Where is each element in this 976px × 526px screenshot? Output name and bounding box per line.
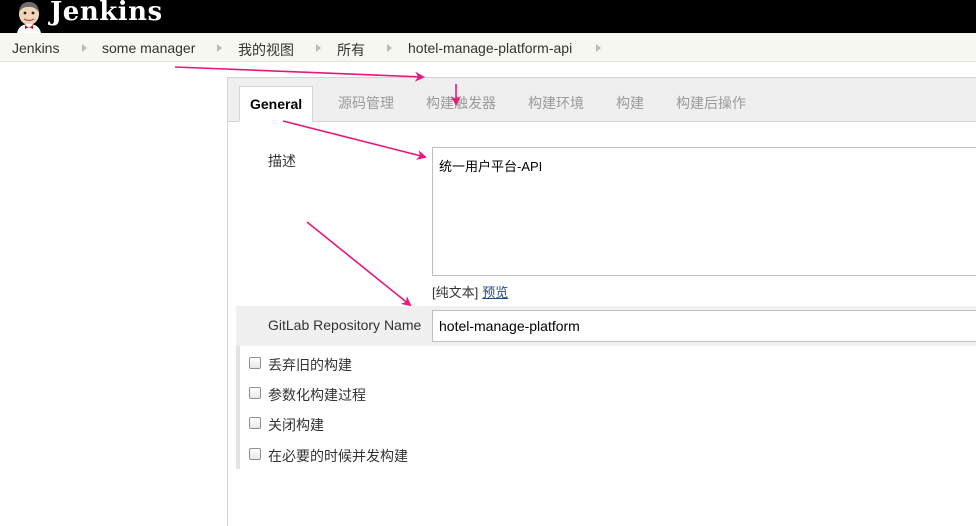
top-header: Jenkins	[0, 0, 976, 33]
jenkins-butler-icon[interactable]	[12, 0, 46, 33]
breadcrumb-separator-icon	[82, 44, 87, 52]
description-label: 描述	[268, 153, 296, 169]
tab-post-build-actions[interactable]: 构建后操作	[676, 86, 746, 122]
concurrent-builds-checkbox[interactable]	[249, 448, 261, 460]
breadcrumb-item-jenkins[interactable]: Jenkins	[12, 40, 59, 56]
parameterized-build-checkbox[interactable]	[249, 387, 261, 399]
discard-old-builds-label[interactable]: 丢弃旧的构建	[268, 355, 352, 375]
breadcrumb-separator-icon	[316, 44, 321, 52]
breadcrumb-item-folder[interactable]: some manager	[102, 40, 195, 56]
breadcrumb-item-job[interactable]: hotel-manage-platform-api	[408, 40, 572, 56]
description-format-row: [纯文本] 预览	[432, 282, 508, 301]
tab-scm[interactable]: 源码管理	[338, 86, 394, 122]
plain-text-label: [纯文本]	[432, 285, 479, 300]
tab-build-triggers[interactable]: 构建触发器	[426, 86, 496, 122]
parameterized-build-label[interactable]: 参数化构建过程	[268, 385, 366, 405]
tab-build-environment[interactable]: 构建环境	[528, 86, 584, 122]
gitlab-repo-label: GitLab Repository Name	[268, 317, 422, 333]
tab-build[interactable]: 构建	[616, 86, 644, 122]
breadcrumb-separator-icon	[387, 44, 392, 52]
gitlab-repo-input[interactable]	[432, 310, 976, 342]
config-tabbar: General 源码管理 构建触发器 构建环境 构建 构建后操作	[228, 78, 976, 122]
annotation-arrow	[174, 66, 425, 82]
breadcrumb-item-all[interactable]: 所有	[337, 40, 365, 60]
discard-old-builds-checkbox[interactable]	[249, 357, 261, 369]
breadcrumb: Jenkins some manager 我的视图 所有 hotel-manag…	[0, 33, 976, 62]
description-textarea[interactable]: 统一用户平台-API	[432, 147, 976, 276]
breadcrumb-item-view[interactable]: 我的视图	[238, 40, 294, 60]
concurrent-builds-label[interactable]: 在必要的时候并发构建	[268, 446, 408, 466]
preview-link[interactable]: 预览	[482, 285, 508, 300]
breadcrumb-separator-icon	[217, 44, 222, 52]
disable-build-label[interactable]: 关闭构建	[268, 415, 324, 435]
tab-general[interactable]: General	[239, 86, 314, 122]
breadcrumb-separator-icon	[596, 44, 601, 52]
disable-build-checkbox[interactable]	[249, 417, 261, 429]
app-title[interactable]: Jenkins	[50, 0, 163, 27]
